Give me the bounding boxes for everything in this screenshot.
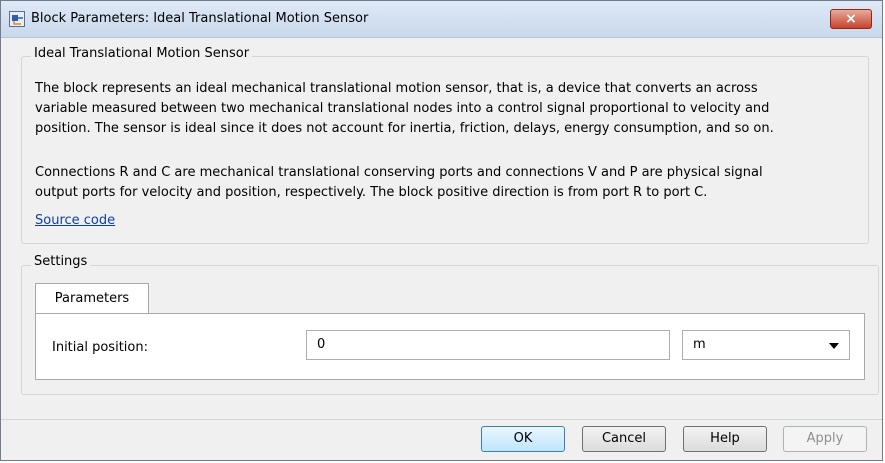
parameters-panel: Initial position: 0 m <box>35 313 865 380</box>
description-line: position. The sensor is ideal since it d… <box>35 121 774 136</box>
close-icon: × <box>845 11 857 27</box>
simulink-block-icon <box>9 11 25 27</box>
cancel-button[interactable]: Cancel <box>582 426 666 452</box>
help-button-label: Help <box>710 431 740 446</box>
window-title: Block Parameters: Ideal Translational Mo… <box>31 11 369 26</box>
description-line: Connections R and C are mechanical trans… <box>35 165 763 180</box>
unit-value: m <box>693 337 706 352</box>
apply-button[interactable]: Apply <box>783 426 867 452</box>
initial-position-label: Initial position: <box>52 340 148 355</box>
button-bar-divider <box>1 419 882 420</box>
ok-button-label: OK <box>513 431 533 446</box>
chevron-down-icon <box>829 343 839 349</box>
initial-position-value: 0 <box>317 337 326 352</box>
source-code-link[interactable]: Source code <box>35 213 115 228</box>
description-group-legend: Ideal Translational Motion Sensor <box>31 46 253 61</box>
cancel-button-label: Cancel <box>601 431 647 446</box>
ok-button[interactable]: OK <box>481 426 565 452</box>
description-line: variable measured between two mechanical… <box>35 101 770 116</box>
apply-button-label: Apply <box>806 431 844 446</box>
help-button[interactable]: Help <box>683 426 767 452</box>
description-paragraph-2: Connections R and C are mechanical trans… <box>35 163 865 203</box>
description-line: The block represents an ideal mechanical… <box>35 81 758 96</box>
description-paragraph-1: The block represents an ideal mechanical… <box>35 79 865 139</box>
block-parameters-dialog: Block Parameters: Ideal Translational Mo… <box>0 0 883 461</box>
tab-parameters-label: Parameters <box>54 291 130 306</box>
title-bar[interactable]: Block Parameters: Ideal Translational Mo… <box>1 1 882 38</box>
close-button[interactable]: × <box>830 9 872 29</box>
initial-position-input[interactable]: 0 <box>306 330 670 360</box>
settings-group-legend: Settings <box>31 254 91 269</box>
description-line: output ports for velocity and position, … <box>35 185 708 200</box>
initial-position-unit-select[interactable]: m <box>682 330 850 360</box>
tab-parameters[interactable]: Parameters <box>35 283 149 314</box>
